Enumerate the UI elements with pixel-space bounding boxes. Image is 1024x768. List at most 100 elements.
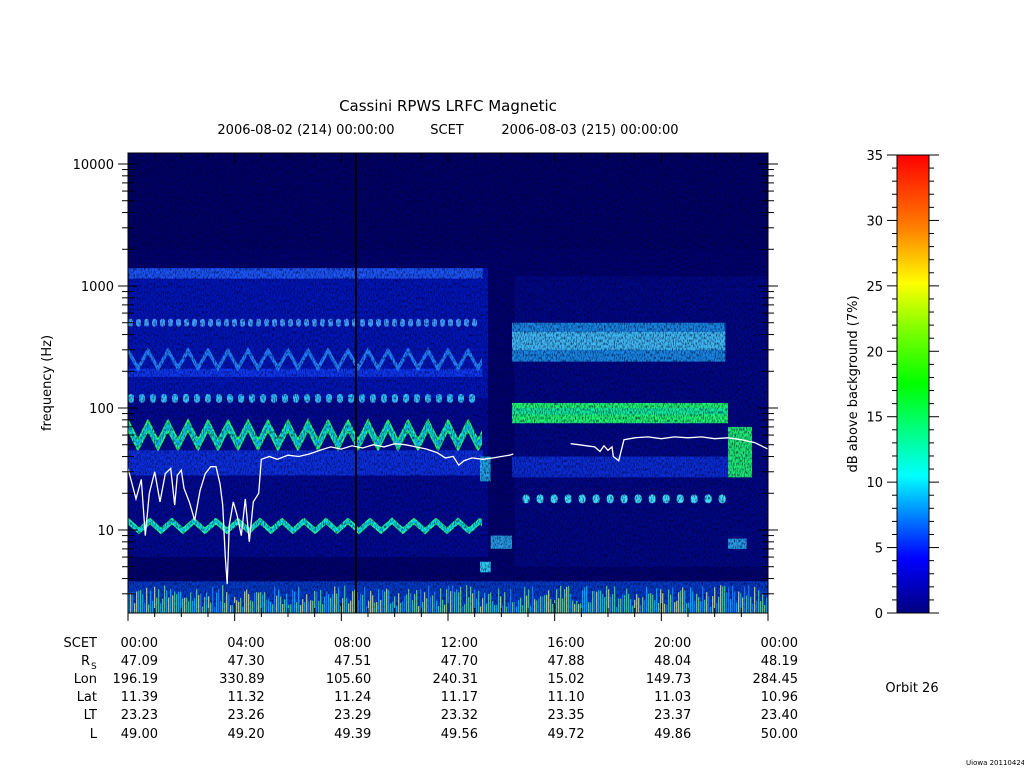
- noise-streak: [476, 598, 478, 613]
- noise-streak: [346, 597, 348, 613]
- noise-streak: [294, 591, 296, 613]
- noise-streak: [322, 604, 324, 613]
- noise-streak: [598, 590, 600, 613]
- noise-streak: [216, 592, 218, 613]
- noise-streak: [172, 595, 174, 613]
- noise-streak: [282, 604, 284, 613]
- ephemeris-value: 11.32: [227, 690, 264, 705]
- noise-streak: [284, 599, 286, 613]
- noise-streak: [442, 599, 444, 613]
- noise-streak: [524, 587, 526, 613]
- noise-streak: [466, 585, 468, 613]
- noise-streak: [352, 591, 354, 613]
- noise-streak: [388, 590, 390, 613]
- noise-streak: [324, 596, 326, 613]
- noise-streak: [470, 586, 472, 613]
- noise-streak: [196, 589, 198, 613]
- noise-streak: [728, 587, 730, 613]
- noise-streak: [626, 588, 628, 613]
- noise-streak: [320, 590, 322, 613]
- ephemeris-value: 284.45: [753, 672, 799, 687]
- noise-streak: [630, 599, 632, 613]
- noise-streak: [198, 595, 200, 613]
- noise-streak: [402, 601, 404, 613]
- noise-streak: [592, 591, 594, 613]
- noise-streak: [610, 596, 612, 613]
- noise-streak: [462, 606, 464, 613]
- noise-streak: [654, 599, 656, 613]
- noise-streak: [238, 601, 240, 613]
- noise-streak: [698, 597, 700, 613]
- noise-streak: [162, 598, 164, 613]
- noise-streak: [404, 596, 406, 613]
- noise-streak: [174, 591, 176, 613]
- noise-streak: [564, 588, 566, 613]
- noise-streak: [256, 592, 258, 613]
- noise-streak: [412, 599, 414, 613]
- noise-streak: [228, 594, 230, 613]
- noise-streak: [668, 589, 670, 613]
- noise-streak: [614, 586, 616, 613]
- noise-streak: [344, 585, 346, 613]
- noise-streak: [632, 605, 634, 613]
- noise-streak: [730, 599, 732, 613]
- noise-streak: [422, 601, 424, 613]
- noise-streak: [342, 598, 344, 613]
- ephemeris-value: 23.37: [654, 708, 691, 723]
- noise-streak: [640, 605, 642, 613]
- noise-streak: [682, 587, 684, 613]
- noise-streak: [276, 595, 278, 613]
- noise-streak: [310, 600, 312, 613]
- noise-streak: [546, 594, 548, 613]
- noise-streak: [380, 599, 382, 613]
- colorbar-tick-label: 30: [866, 214, 883, 229]
- noise-streak: [432, 595, 434, 613]
- noise-streak: [254, 592, 256, 613]
- noise-streak: [726, 592, 728, 613]
- noise-streak: [134, 603, 136, 613]
- colorbar-tick-label: 10: [866, 476, 883, 491]
- noise-streak: [680, 590, 682, 613]
- noise-streak: [370, 590, 372, 613]
- noise-streak: [722, 586, 724, 613]
- noise-streak: [278, 589, 280, 613]
- noise-streak: [706, 592, 708, 613]
- scet-time-label: 08:00: [334, 636, 371, 651]
- noise-streak: [568, 585, 570, 613]
- noise-streak: [618, 598, 620, 613]
- noise-streak: [244, 591, 246, 613]
- noise-streak: [142, 594, 144, 613]
- noise-streak: [576, 600, 578, 613]
- noise-streak: [218, 589, 220, 613]
- noise-streak: [336, 593, 338, 613]
- scet-time-label: 12:00: [441, 636, 478, 651]
- noise-streak: [138, 590, 140, 613]
- noise-streak: [502, 605, 504, 613]
- noise-streak: [396, 605, 398, 613]
- noise-streak: [136, 591, 138, 613]
- noise-streak: [390, 603, 392, 613]
- subtitle-frame: SCET: [430, 123, 464, 138]
- subtitle-start: 2006-08-02 (214) 00:00:00: [217, 123, 394, 138]
- noise-streak: [498, 588, 500, 613]
- noise-streak: [708, 596, 710, 613]
- noise-streak: [764, 605, 766, 613]
- noise-streak: [534, 599, 536, 613]
- spectrogram-figure: Cassini RPWS LRFC Magnetic 2006-08-02 (2…: [40, 97, 1024, 767]
- noise-streak: [410, 592, 412, 613]
- noise-streak: [512, 602, 514, 613]
- noise-streak: [158, 588, 160, 613]
- ephemeris-value: 105.60: [326, 672, 372, 687]
- scet-time-label: 00:00: [761, 636, 798, 651]
- scet-time-label: 00:00: [121, 636, 158, 651]
- noise-streak: [454, 592, 456, 613]
- noise-streak: [472, 593, 474, 613]
- noise-streak: [552, 603, 554, 613]
- noise-streak: [650, 593, 652, 613]
- noise-streak: [478, 591, 480, 613]
- ephemeris-table: SCET R SLon Lat LT L 00:00 47.09 196.19 11.39 23.2…: [64, 636, 798, 742]
- noise-streak: [746, 595, 748, 613]
- noise-streak: [398, 593, 400, 613]
- noise-streak: [606, 585, 608, 613]
- noise-streak: [424, 592, 426, 613]
